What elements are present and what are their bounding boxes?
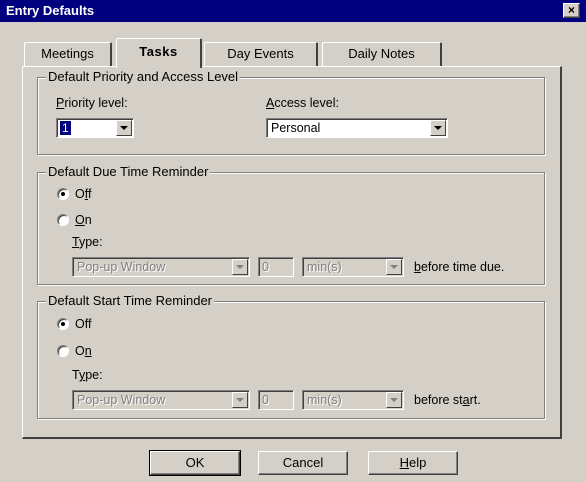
access-level-value: Personal: [271, 121, 321, 135]
due-unit-dropdown[interactable]: min(s): [302, 257, 404, 277]
start-reminder-group: Default Start Time Reminder Off On Type:…: [37, 293, 545, 419]
due-off-radio[interactable]: [57, 188, 69, 200]
start-off-radio[interactable]: [57, 318, 69, 330]
start-unit-dropdown[interactable]: min(s): [302, 390, 404, 410]
ok-button[interactable]: OK: [149, 450, 241, 476]
help-button-label: Help: [399, 455, 427, 470]
entry-defaults-dialog: Entry Defaults × Meetings Tasks Day Even…: [0, 0, 586, 482]
tab-tasks[interactable]: Tasks: [116, 38, 202, 68]
window-title: Entry Defaults: [6, 3, 95, 18]
priority-level-dropdown[interactable]: 1: [56, 118, 134, 138]
start-on-label[interactable]: On: [75, 344, 92, 358]
priority-access-group: Default Priority and Access Level Priori…: [37, 69, 545, 155]
tab-meetings[interactable]: Meetings: [24, 42, 112, 66]
ok-button-label: OK: [185, 455, 205, 470]
due-reminder-group: Default Due Time Reminder Off On Type: P…: [37, 164, 545, 285]
tab-label: Daily Notes: [348, 46, 415, 61]
group-legend: Default Start Time Reminder: [46, 293, 215, 308]
title-bar: Entry Defaults ×: [0, 0, 586, 22]
tab-label: Meetings: [41, 46, 94, 61]
chevron-down-icon[interactable]: [232, 392, 248, 408]
due-type-value: Pop-up Window: [77, 260, 166, 274]
due-on-label[interactable]: On: [75, 213, 92, 227]
help-button[interactable]: Help: [368, 451, 458, 475]
cancel-button[interactable]: Cancel: [258, 451, 348, 475]
access-level-dropdown[interactable]: Personal: [266, 118, 448, 138]
tab-label: Tasks: [139, 44, 178, 59]
due-amount-field[interactable]: 0: [258, 257, 294, 277]
chevron-down-icon[interactable]: [386, 259, 402, 275]
due-suffix-label: before time due.: [414, 260, 505, 274]
start-off-label[interactable]: Off: [75, 317, 91, 331]
start-suffix-label: before start.: [414, 393, 481, 407]
due-type-dropdown[interactable]: Pop-up Window: [72, 257, 250, 277]
start-amount-value: 0: [262, 393, 269, 407]
tab-label: Day Events: [227, 46, 294, 61]
due-type-label: Type:: [72, 235, 103, 249]
group-legend: Default Due Time Reminder: [46, 164, 211, 179]
start-type-dropdown[interactable]: Pop-up Window: [72, 390, 250, 410]
chevron-down-icon[interactable]: [386, 392, 402, 408]
due-amount-value: 0: [262, 260, 269, 274]
access-level-label: Access level:: [266, 96, 339, 110]
chevron-down-icon[interactable]: [116, 120, 132, 136]
start-amount-field[interactable]: 0: [258, 390, 294, 410]
start-unit-value: min(s): [307, 393, 342, 407]
priority-level-value: 1: [60, 121, 71, 135]
tab-day-events[interactable]: Day Events: [204, 42, 318, 66]
start-on-radio[interactable]: [57, 345, 69, 357]
priority-level-label: Priority level:: [56, 96, 128, 110]
chevron-down-icon[interactable]: [430, 120, 446, 136]
start-type-value: Pop-up Window: [77, 393, 166, 407]
due-on-radio[interactable]: [57, 214, 69, 226]
group-legend: Default Priority and Access Level: [46, 69, 241, 84]
due-off-label[interactable]: Off: [75, 187, 91, 201]
due-unit-value: min(s): [307, 260, 342, 274]
cancel-button-label: Cancel: [282, 455, 324, 470]
chevron-down-icon[interactable]: [232, 259, 248, 275]
tasks-tab-panel: Default Priority and Access Level Priori…: [22, 66, 562, 439]
tab-daily-notes[interactable]: Daily Notes: [322, 42, 442, 66]
close-icon: ×: [567, 3, 575, 17]
close-button[interactable]: ×: [563, 3, 580, 18]
start-type-label: Type:: [72, 368, 103, 382]
